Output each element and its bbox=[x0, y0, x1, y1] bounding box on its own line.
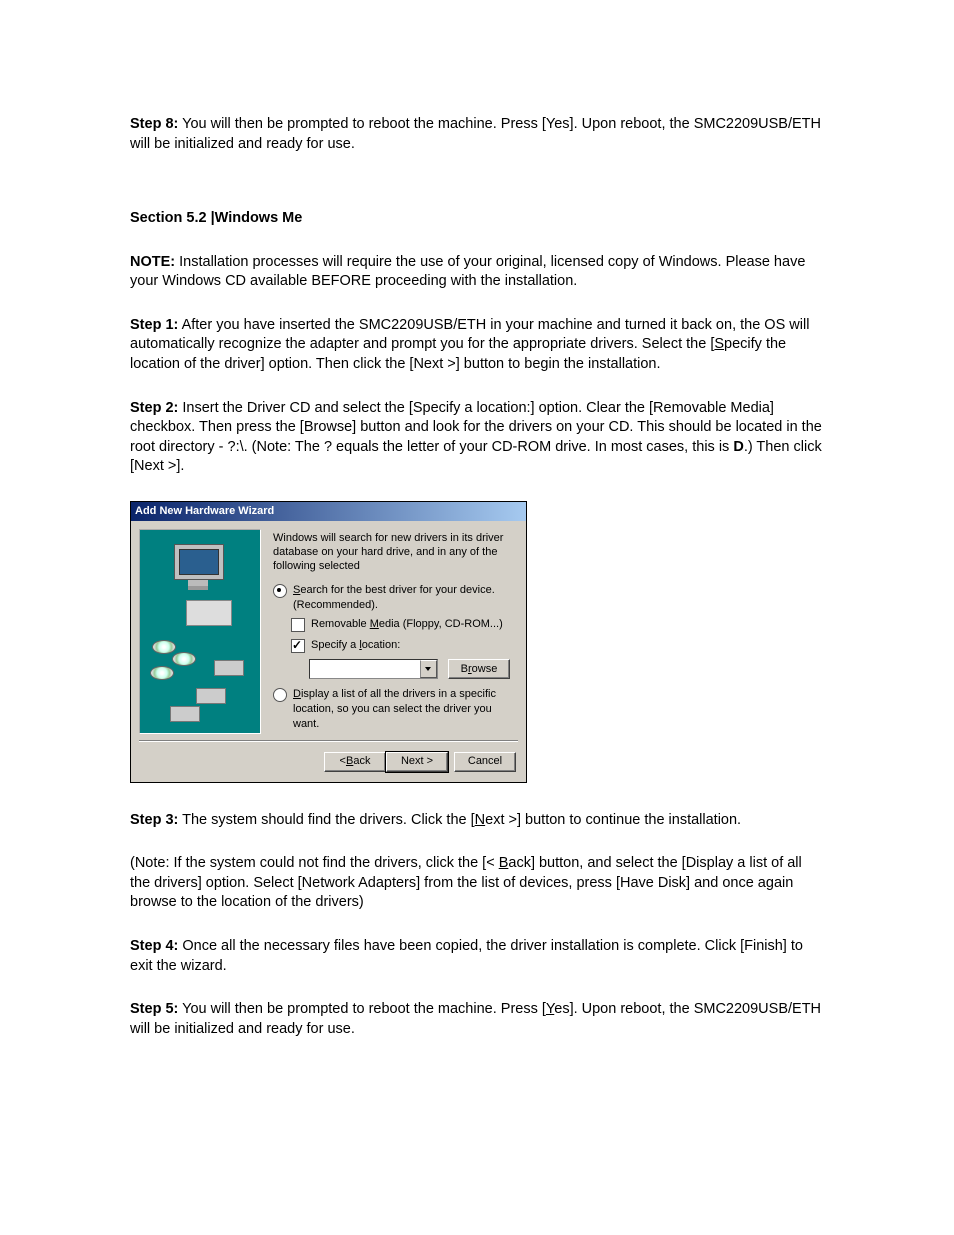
location-input-row: Browse bbox=[309, 659, 510, 679]
step-2-pre: Insert the Driver CD and select the [Spe… bbox=[130, 400, 822, 455]
search-sub-options: Removable Media (Floppy, CD-ROM...) Spec… bbox=[291, 617, 510, 679]
browse-button[interactable]: Browse bbox=[448, 659, 510, 679]
cd-icon bbox=[150, 666, 174, 680]
location-combobox[interactable] bbox=[309, 659, 438, 679]
step-2-bold: D bbox=[733, 439, 743, 455]
note-text: Installation processes will require the … bbox=[130, 254, 805, 290]
note-2-paragraph: (Note: If the system could not find the … bbox=[130, 854, 824, 913]
note-2-pre: (Note: If the system could not find the … bbox=[130, 855, 499, 871]
step-1-label: Step 1: bbox=[130, 317, 178, 333]
step-8-text: You will then be prompted to reboot the … bbox=[130, 116, 821, 152]
dropdown-arrow-icon[interactable] bbox=[420, 660, 437, 678]
cd-icon bbox=[152, 640, 176, 654]
checkbox-icon bbox=[291, 618, 305, 632]
cd-icon bbox=[172, 652, 196, 666]
note-paragraph: NOTE: Installation processes will requir… bbox=[130, 253, 824, 292]
checkbox-specify-location[interactable]: Specify a location: bbox=[291, 638, 510, 653]
step-3-post: ext >] button to continue the installati… bbox=[485, 812, 741, 828]
option-display-list-label: Display a list of all the drivers in a s… bbox=[293, 687, 510, 732]
wizard-titlebar: Add New Hardware Wizard bbox=[131, 502, 526, 521]
wizard-sidebar-graphic bbox=[139, 529, 261, 734]
wizard-button-bar: < Back Next > Cancel bbox=[131, 742, 526, 782]
step-4-label: Step 4: bbox=[130, 938, 178, 954]
step-3-paragraph: Step 3: The system should find the drive… bbox=[130, 811, 824, 831]
location-field[interactable] bbox=[310, 660, 420, 678]
step-2-paragraph: Step 2: Insert the Driver CD and select … bbox=[130, 399, 824, 477]
wizard-intro-text: Windows will search for new drivers in i… bbox=[273, 531, 510, 574]
step-5-pre: You will then be prompted to reboot the … bbox=[178, 1001, 546, 1017]
option-display-list[interactable]: Display a list of all the drivers in a s… bbox=[273, 687, 510, 732]
note-label: NOTE: bbox=[130, 254, 175, 270]
step-3-label: Step 3: bbox=[130, 812, 178, 828]
step-4-text: Once all the necessary files have been c… bbox=[130, 938, 803, 974]
hardware-chip-icon bbox=[170, 706, 200, 722]
document-page: Step 8: You will then be prompted to reb… bbox=[0, 0, 954, 1235]
checkbox-removable-media[interactable]: Removable Media (Floppy, CD-ROM...) bbox=[291, 617, 510, 632]
hardware-chip-icon bbox=[214, 660, 244, 676]
checkbox-icon bbox=[291, 639, 305, 653]
step-8-paragraph: Step 8: You will then be prompted to reb… bbox=[130, 115, 824, 154]
step-5-paragraph: Step 5: You will then be prompted to reb… bbox=[130, 1000, 824, 1039]
option-search-label: Search for the best driver for your devi… bbox=[293, 583, 510, 613]
step-4-paragraph: Step 4: Once all the necessary files hav… bbox=[130, 937, 824, 976]
step-1-underline: S bbox=[714, 336, 724, 352]
note-2-underline: B bbox=[499, 855, 509, 871]
step-5-label: Step 5: bbox=[130, 1001, 178, 1017]
step-3-underline: N bbox=[475, 812, 485, 828]
radio-icon bbox=[273, 688, 287, 702]
step-2-label: Step 2: bbox=[130, 400, 178, 416]
next-button[interactable]: Next > bbox=[386, 752, 448, 772]
option-search-best-driver[interactable]: Search for the best driver for your devi… bbox=[273, 583, 510, 613]
step-8-label: Step 8: bbox=[130, 116, 178, 132]
hardware-chip-icon bbox=[196, 688, 226, 704]
back-next-pair: < Back Next > bbox=[324, 752, 448, 772]
hardware-wizard-dialog: Add New Hardware Wizard Windows will sea… bbox=[130, 501, 527, 783]
step-5-underline: Y bbox=[546, 1001, 554, 1017]
radio-icon bbox=[273, 584, 287, 598]
step-1-paragraph: Step 1: After you have inserted the SMC2… bbox=[130, 316, 824, 375]
cancel-button[interactable]: Cancel bbox=[454, 752, 516, 772]
wizard-client-area: Windows will search for new drivers in i… bbox=[131, 521, 526, 740]
wizard-main-panel: Windows will search for new drivers in i… bbox=[261, 529, 516, 734]
specify-location-label: Specify a location: bbox=[311, 638, 400, 653]
step-3-pre: The system should find the drivers. Clic… bbox=[178, 812, 474, 828]
removable-media-label: Removable Media (Floppy, CD-ROM...) bbox=[311, 617, 503, 632]
monitor-icon bbox=[170, 544, 226, 592]
section-heading: Section 5.2 |Windows Me bbox=[130, 209, 824, 229]
step-1-pre: After you have inserted the SMC2209USB/E… bbox=[130, 317, 809, 353]
computer-tower-icon bbox=[186, 600, 232, 626]
back-button[interactable]: < Back bbox=[324, 752, 386, 772]
